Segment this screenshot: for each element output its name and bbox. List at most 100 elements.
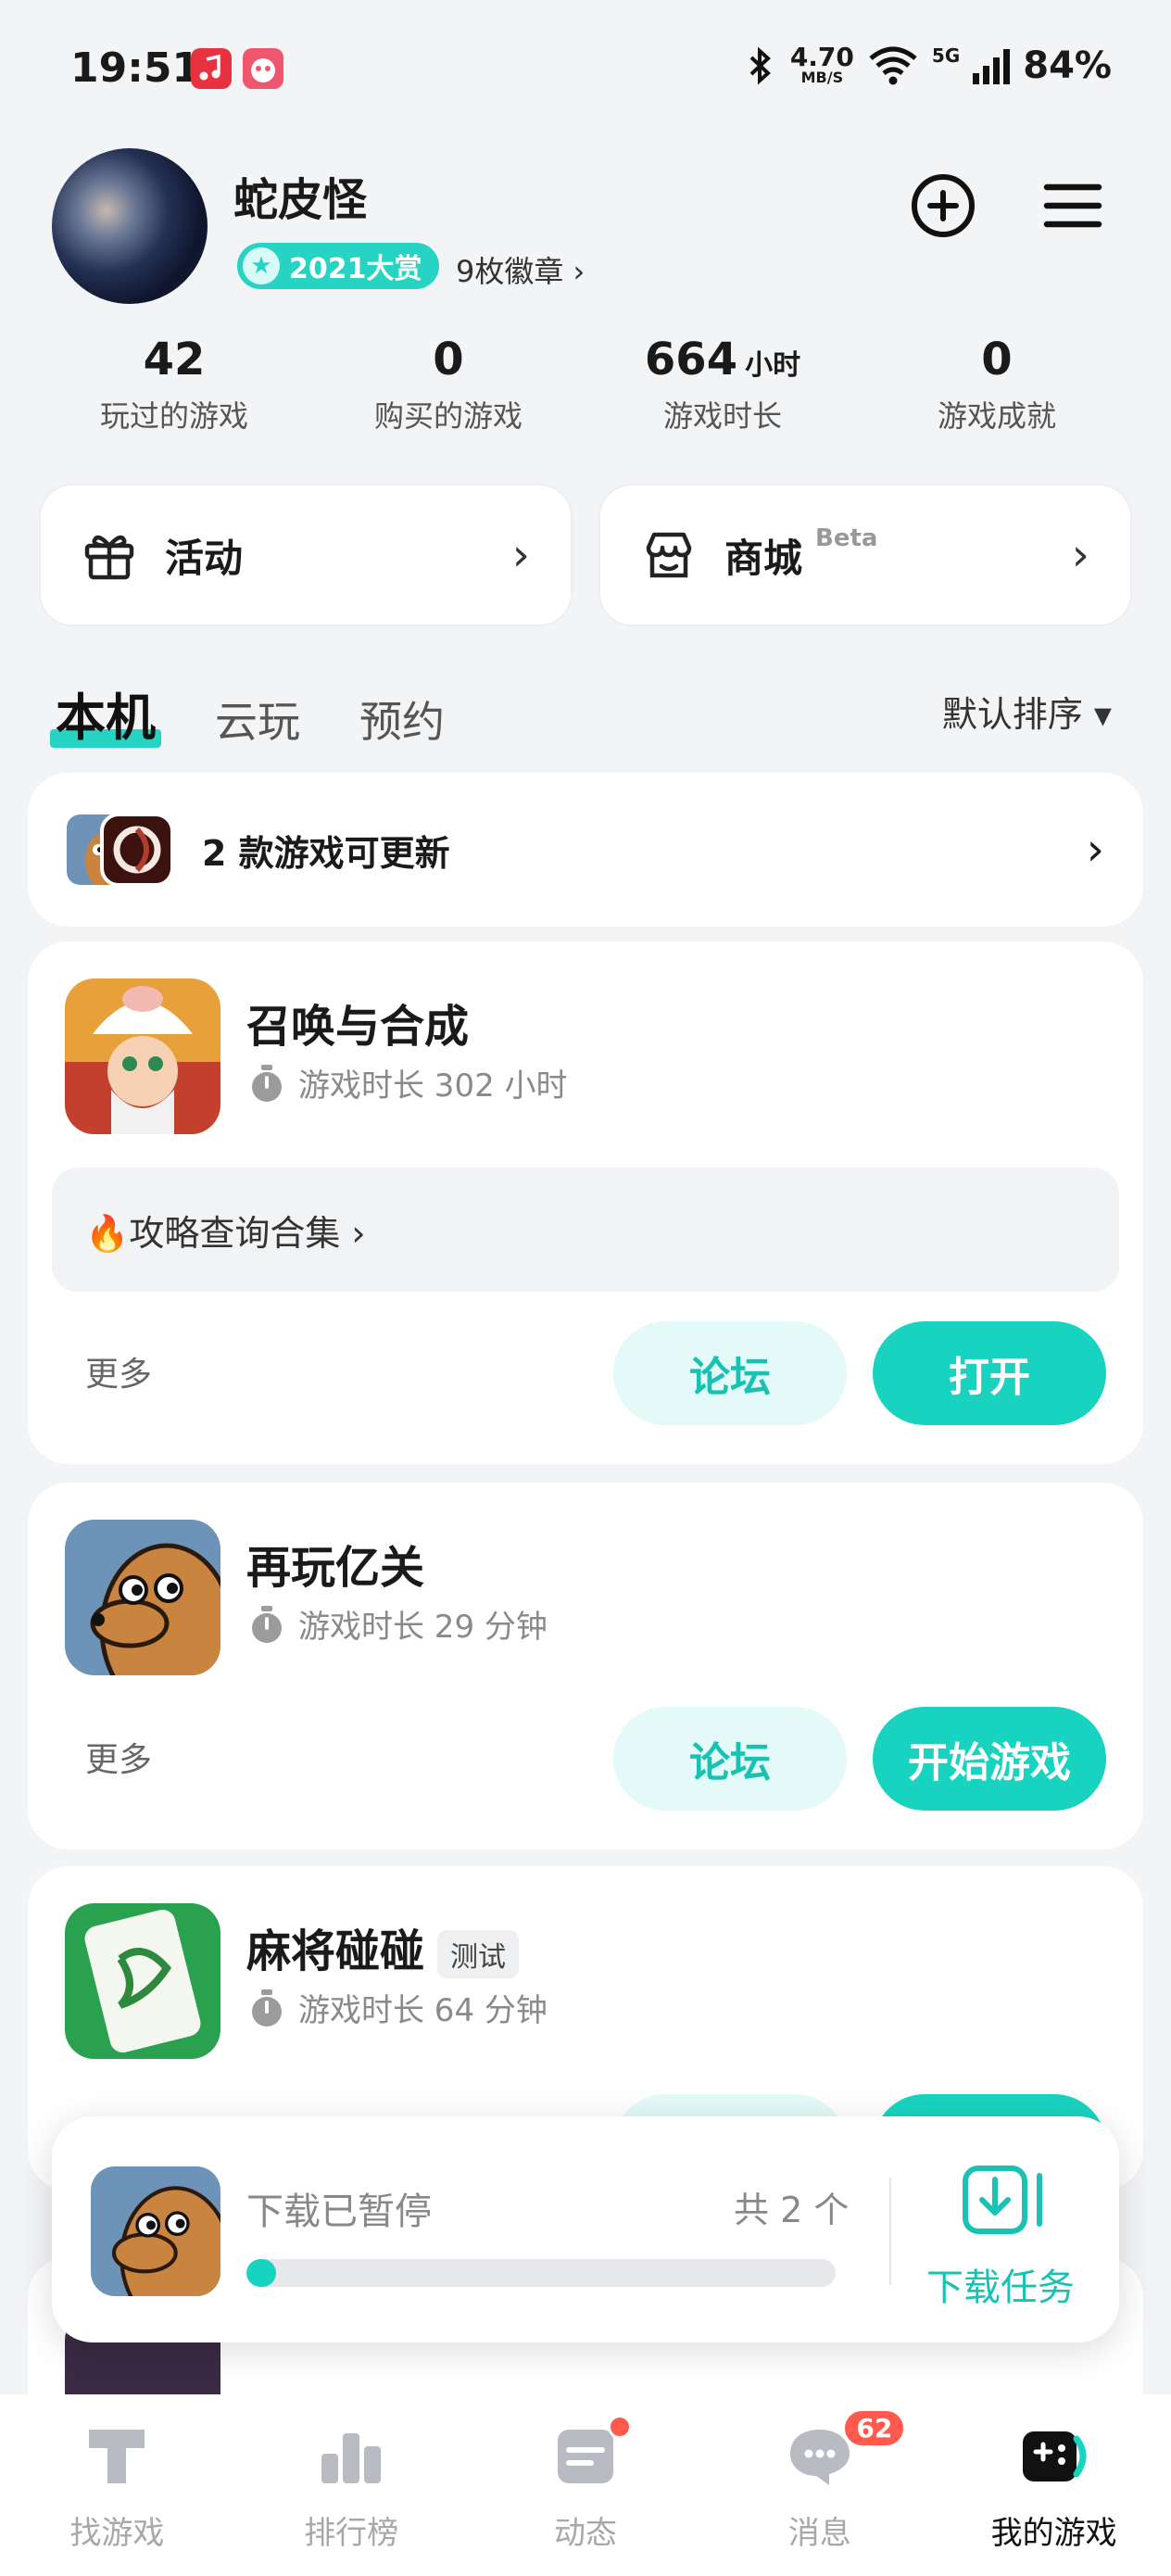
add-circle-icon[interactable]	[908, 170, 978, 241]
nav-label: 动态	[553, 2515, 617, 2552]
download-count: 共 2 个	[734, 2190, 850, 2230]
download-game-icon	[91, 2166, 220, 2296]
game-icon[interactable]	[65, 1903, 220, 2059]
game-icon[interactable]	[65, 1520, 220, 1675]
download-progress-fill	[246, 2259, 276, 2287]
stat-unit: 小时	[745, 349, 801, 382]
nav-label: 找游戏	[69, 2515, 165, 2552]
cell-signal-icon	[973, 49, 1011, 84]
game-tabs: 本机 云玩 预约	[50, 676, 445, 750]
download-task-icon[interactable]	[962, 2165, 1051, 2237]
rankings-icon	[321, 2433, 382, 2483]
award-badge[interactable]: ★ 2021大赏	[237, 243, 439, 289]
stat-label: 玩过的游戏	[99, 398, 248, 434]
update-card[interactable]: 2 款游戏可更新 ›	[28, 773, 1143, 927]
net-speed: 4.70 MB/S	[789, 42, 854, 86]
start-game-button[interactable]: 开始游戏	[873, 1707, 1106, 1811]
gift-icon	[84, 535, 134, 580]
find-games-icon	[89, 2430, 145, 2483]
stats-row: 42 玩过的游戏 0 购买的游戏 664 小时 游戏时长 0 游戏成就	[37, 334, 1134, 436]
stat-label: 购买的游戏	[373, 398, 523, 434]
stat-purchased[interactable]: 0 购买的游戏	[311, 334, 586, 436]
game-title-text[interactable]: 麻将碰碰	[246, 1926, 424, 1977]
nav-feed[interactable]: 动态	[469, 2394, 703, 2576]
download-progress-bar	[246, 2259, 836, 2287]
notification-dot	[607, 2415, 632, 2439]
guide-link[interactable]: 🔥攻略查询合集 ›	[52, 1168, 1119, 1292]
award-label: 2021大赏	[289, 253, 422, 285]
nav-find-games[interactable]: 找游戏	[0, 2394, 234, 2576]
battery-level: 84%	[1023, 44, 1112, 87]
game-title[interactable]: 再玩亿关	[246, 1531, 424, 1596]
activity-label: 活动	[165, 535, 244, 581]
nav-label: 消息	[787, 2515, 851, 2552]
stat-value: 664	[644, 334, 738, 385]
store-beta-tag: Beta	[815, 524, 878, 552]
store-label: 商城	[724, 535, 803, 581]
store-icon	[646, 532, 692, 578]
chevron-right-icon: ›	[1086, 824, 1104, 876]
activity-card[interactable]: 活动 ›	[39, 484, 573, 626]
bluetooth-icon	[749, 46, 771, 85]
status-time: 19:51	[70, 44, 201, 92]
stat-value: 0	[981, 334, 1013, 385]
stat-achievements[interactable]: 0 游戏成就	[860, 334, 1134, 436]
message-count-badge: 62	[841, 2407, 908, 2449]
chevron-right-icon: ›	[1071, 529, 1089, 581]
game-title: 麻将碰碰 测试	[246, 1914, 520, 1979]
username[interactable]: 蛇皮怪	[233, 163, 367, 228]
game-thumb-icon	[100, 813, 174, 887]
game-playtime: 游戏时长 29 分钟	[248, 1601, 548, 1647]
test-tag: 测试	[437, 1930, 520, 1978]
forum-button[interactable]: 论坛	[613, 1321, 847, 1425]
nav-messages[interactable]: 62 消息	[702, 2394, 937, 2576]
medal-icon: ★	[243, 247, 280, 284]
net-speed-value: 4.70	[789, 42, 854, 72]
pet-app-icon	[243, 48, 283, 89]
game-icon[interactable]	[65, 979, 220, 1134]
nav-my-games[interactable]: 我的游戏	[937, 2394, 1171, 2576]
game-card: 召唤与合成 游戏时长 302 小时 🔥攻略查询合集 › 更多 论坛 打开	[28, 941, 1143, 1464]
game-card: 再玩亿关 游戏时长 29 分钟 更多 论坛 开始游戏	[28, 1483, 1143, 1850]
open-button[interactable]: 打开	[873, 1321, 1106, 1425]
game-playtime: 游戏时长 64 分钟	[248, 1985, 548, 2030]
nav-label: 我的游戏	[990, 2515, 1117, 2552]
playtime-text: 游戏时长 29 分钟	[298, 1609, 548, 1646]
nav-label: 排行榜	[304, 2515, 399, 2552]
playtime-text: 游戏时长 64 分钟	[298, 1992, 548, 2029]
sort-dropdown[interactable]: 默认排序 ▾	[942, 686, 1112, 737]
more-button[interactable]: 更多	[85, 1733, 152, 1781]
signal-type: 5G	[931, 44, 961, 67]
more-button[interactable]: 更多	[85, 1347, 152, 1395]
stat-value: 42	[143, 334, 206, 385]
bottom-nav: 找游戏 排行榜 动态 62 消息 我的游戏	[0, 2394, 1171, 2576]
divider	[889, 2178, 891, 2285]
tab-local-label: 本机	[56, 688, 156, 747]
tab-local[interactable]: 本机	[50, 676, 161, 750]
status-bar: 19:51 4.70 MB/S 5G 84%	[0, 0, 1171, 139]
update-text: 2 款游戏可更新	[202, 832, 450, 874]
tab-reserve[interactable]: 预约	[359, 688, 445, 750]
game-playtime: 游戏时长 302 小时	[248, 1060, 568, 1105]
download-task-label[interactable]: 下载任务	[926, 2257, 1075, 2311]
stat-played[interactable]: 42 玩过的游戏	[37, 334, 311, 436]
nav-rankings[interactable]: 排行榜	[234, 2394, 469, 2576]
stopwatch-icon	[252, 1064, 282, 1102]
download-panel[interactable]: 下载已暂停 共 2 个 下载任务	[52, 2116, 1119, 2342]
avatar[interactable]	[52, 148, 208, 304]
stopwatch-icon	[252, 1605, 282, 1643]
badges-link[interactable]: 9枚徽章 ›	[456, 248, 585, 291]
net-speed-unit: MB/S	[800, 69, 844, 86]
wifi-icon	[869, 46, 917, 85]
stat-label: 游戏时长	[662, 398, 782, 434]
chevron-right-icon: ›	[511, 529, 530, 581]
game-title[interactable]: 召唤与合成	[246, 990, 469, 1054]
status-right: 4.70 MB/S 5G 84%	[744, 44, 1112, 87]
menu-icon[interactable]	[1038, 170, 1108, 241]
my-games-icon	[1022, 2431, 1087, 2481]
stat-playtime[interactable]: 664 小时 游戏时长	[586, 334, 860, 436]
forum-button[interactable]: 论坛	[613, 1707, 847, 1811]
store-card[interactable]: 商城 Beta ›	[598, 484, 1132, 626]
tab-cloud[interactable]: 云玩	[215, 688, 300, 750]
stopwatch-icon	[252, 1989, 282, 2027]
